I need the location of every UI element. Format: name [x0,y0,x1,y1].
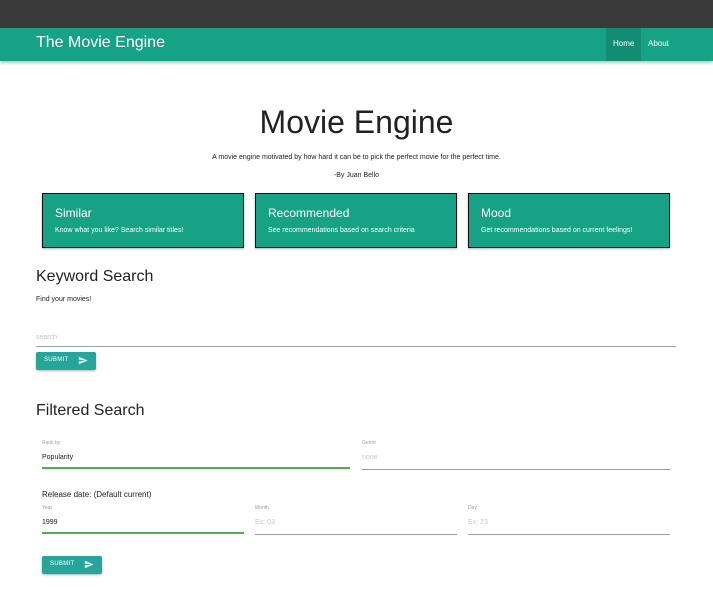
day-input[interactable]: Ex: 23 [468,519,488,526]
send-icon [84,560,94,569]
nav-home-link[interactable]: Home [606,28,641,61]
card-similar-title: Similar [55,206,92,220]
nav-about-link[interactable]: About [641,28,677,61]
filter-submit-button[interactable]: SUBMIT [42,556,102,574]
card-recommended[interactable]: Recommended See recommendations based on… [255,193,457,248]
genre-underline [362,469,670,470]
send-icon [78,356,88,365]
navbar: The Movie Engine Home About [0,28,713,61]
keyword-search-title: Keyword Search [36,268,154,285]
year-input[interactable]: 1999 [42,519,58,526]
card-recommended-title: Recommended [268,206,350,220]
rank-by-select[interactable]: Popularity [42,454,73,461]
card-mood-title: Mood [481,206,512,220]
rank-by-underline [42,467,350,469]
card-mood-text: Get recommendations based on current fee… [481,227,633,234]
card-similar-text: Know what you like? Search similar title… [55,227,184,234]
release-date-label: Release date: (Default current) [42,490,152,499]
genre-select[interactable]: none [362,454,378,461]
card-mood[interactable]: Mood Get recommendations based on curren… [468,193,670,248]
genre-label: Genre [362,440,376,446]
page-subtitle: A movie engine motivated by how hard it … [212,154,501,161]
card-similar[interactable]: Similar Know what you like? Search simil… [42,193,244,248]
month-label: Month [255,505,269,511]
keyword-submit-label: SUBMIT [44,357,69,363]
page-title: Movie Engine [259,104,454,140]
search-input[interactable] [36,328,676,347]
day-label: Day [468,505,477,511]
day-underline [468,534,670,535]
page-author: -By Juan Bello [333,172,380,179]
card-recommended-text: See recommendations based on search crit… [268,227,415,234]
filtered-search-title: Filtered Search [36,402,145,419]
year-label: Year [42,505,53,511]
rank-by-label: Rank by [42,440,61,446]
year-underline [42,532,244,534]
keyword-search-subtitle: Find your movies! [36,296,92,303]
month-underline [255,534,457,535]
month-input[interactable]: Ex: 03 [255,519,275,526]
keyword-submit-button[interactable]: SUBMIT [36,352,96,370]
filter-submit-label: SUBMIT [50,561,75,567]
brand-logo[interactable]: The Movie Engine [36,34,165,52]
browser-top-bar [0,0,713,28]
